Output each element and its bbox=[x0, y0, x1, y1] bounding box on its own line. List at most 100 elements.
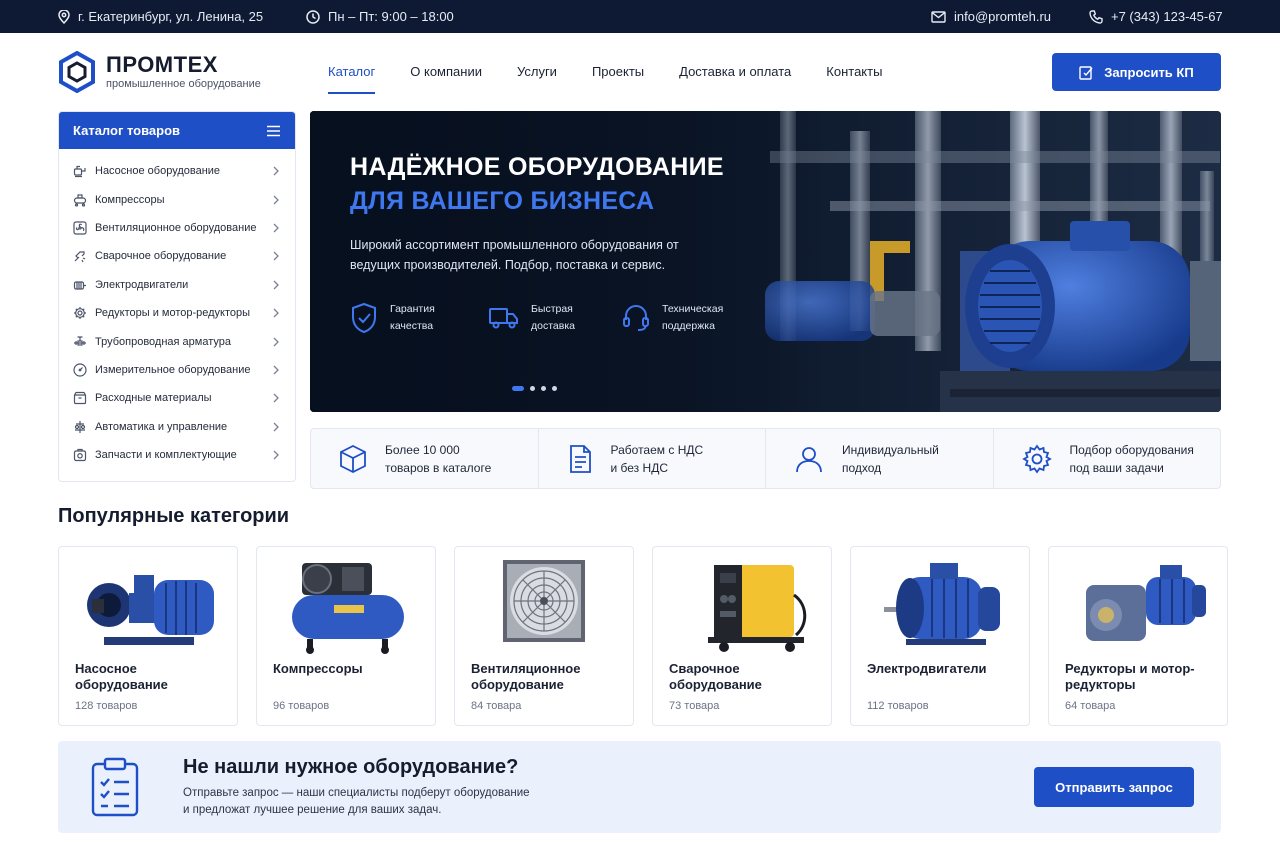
sidebar-item-valves[interactable]: Трубопроводная арматура bbox=[59, 327, 295, 355]
popular-categories-title: Популярные категории bbox=[58, 505, 290, 527]
mail-icon bbox=[931, 10, 946, 23]
nav-projects[interactable]: Проекты bbox=[592, 64, 644, 94]
category-card-reducers[interactable]: Редукторы и мотор-редукторы 64 товара bbox=[1048, 546, 1228, 726]
address: г. Екатеринбург, ул. Ленина, 25 bbox=[58, 0, 263, 33]
hero-banner: НАДЁЖНОЕ ОБОРУДОВАНИЕ ДЛЯ ВАШЕГО БИЗНЕСА… bbox=[310, 111, 1221, 412]
welding-icon bbox=[74, 251, 86, 263]
sidebar-item-ventilation[interactable]: Вентиляционное оборудование bbox=[59, 214, 295, 242]
valve-icon bbox=[74, 335, 86, 346]
chevron-right-icon bbox=[273, 251, 279, 261]
logo[interactable]: ПРОМТЕХ промышленное оборудование bbox=[58, 51, 261, 93]
phone-link[interactable]: +7 (343) 123-45-67 bbox=[1089, 0, 1223, 33]
category-name: Насосное оборудование bbox=[75, 661, 168, 692]
slider-dot-4[interactable] bbox=[552, 386, 557, 391]
clipboard-icon bbox=[91, 757, 139, 817]
headset-icon bbox=[623, 305, 649, 331]
advantage-vat: Работаем с НДС и без НДС bbox=[539, 429, 766, 488]
cube-icon bbox=[340, 444, 366, 473]
nav-delivery[interactable]: Доставка и оплата bbox=[679, 64, 791, 94]
category-count: 96 товаров bbox=[273, 700, 330, 712]
chevron-right-icon bbox=[273, 393, 279, 403]
category-card-welding[interactable]: Сварочное оборудование 73 товара bbox=[652, 546, 832, 726]
gear-icon bbox=[74, 307, 86, 320]
category-card-compressors[interactable]: Компрессоры 96 товаров bbox=[256, 546, 436, 726]
menu-icon bbox=[267, 125, 280, 136]
request-description: Отправьте запрос — наши специалисты подб… bbox=[183, 785, 583, 819]
slider-dot-3[interactable] bbox=[541, 386, 546, 391]
category-name: Сварочное оборудование bbox=[669, 661, 762, 692]
advantage-selection: Подбор оборудования под ваши задачи bbox=[994, 429, 1221, 488]
sidebar-item-label: Автоматика и управление bbox=[95, 420, 228, 433]
hero-feature-support: Техническая поддержка bbox=[622, 301, 772, 335]
nav-about[interactable]: О компании bbox=[410, 64, 482, 94]
category-card-pumps[interactable]: Насосное оборудование 128 товаров bbox=[58, 546, 238, 726]
phone-icon bbox=[1089, 9, 1103, 24]
sidebar-item-automation[interactable]: Автоматика и управление bbox=[59, 413, 295, 441]
request-description-line2: и предложат лучшее решение для ваших зад… bbox=[183, 804, 442, 816]
category-name: Вентиляционное оборудование bbox=[471, 661, 581, 692]
main-nav: Каталог О компании Услуги Проекты Достав… bbox=[328, 64, 882, 94]
pump-image bbox=[87, 575, 214, 645]
hero-title-line1: НАДЁЖНОЕ ОБОРУДОВАНИЕ bbox=[350, 153, 724, 181]
category-card-motors[interactable]: Электродвигатели 112 товаров bbox=[850, 546, 1030, 726]
send-request-label: Отправить запрос bbox=[1055, 779, 1173, 795]
edit-document-icon bbox=[1079, 65, 1093, 80]
advantage-line1: Подбор оборудования bbox=[1069, 442, 1194, 457]
motor-image bbox=[884, 563, 1000, 645]
sidebar-item-welding[interactable]: Сварочное оборудование bbox=[59, 242, 295, 270]
chevron-right-icon bbox=[273, 450, 279, 460]
category-card-ventilation[interactable]: Вентиляционное оборудование 84 товара bbox=[454, 546, 634, 726]
category-count: 64 товара bbox=[1065, 700, 1116, 712]
chevron-right-icon bbox=[273, 195, 279, 205]
send-request-button[interactable]: Отправить запрос bbox=[1034, 767, 1194, 807]
hero-feature-line1: Гарантия bbox=[390, 303, 435, 315]
working-hours: Пн – Пт: 9:00 – 18:00 bbox=[306, 0, 454, 33]
email-text: info@promteh.ru bbox=[954, 9, 1052, 24]
sidebar-item-label: Редукторы и мотор-редукторы bbox=[95, 307, 251, 320]
catalog-sidebar-header[interactable]: Каталог товаров bbox=[59, 112, 295, 149]
box-icon bbox=[73, 392, 87, 405]
hero-title-line2: ДЛЯ ВАШЕГО БИЗНЕСА bbox=[350, 187, 655, 215]
nav-catalog[interactable]: Каталог bbox=[328, 64, 376, 94]
sidebar-item-motors[interactable]: Электродвигатели bbox=[59, 271, 295, 299]
sidebar-item-consumables[interactable]: Расходные материалы bbox=[59, 384, 295, 412]
hero-feature-line2: поддержка bbox=[662, 320, 715, 332]
request-banner: Не нашли нужное оборудование? Отправьте … bbox=[58, 741, 1221, 833]
sidebar-item-label: Электродвигатели bbox=[95, 278, 189, 291]
request-quote-label: Запросить КП bbox=[1104, 64, 1194, 80]
logo-name: ПРОМТЕХ bbox=[106, 52, 218, 77]
hero-feature-delivery: Быстрая доставка bbox=[489, 301, 641, 335]
location-pin-icon bbox=[58, 9, 70, 24]
advantage-line1: Индивидуальный bbox=[842, 442, 939, 457]
shield-check-icon bbox=[352, 302, 376, 334]
sidebar-item-pumps[interactable]: Насосное оборудование bbox=[59, 157, 295, 185]
category-count: 73 товара bbox=[669, 700, 720, 712]
chevron-right-icon bbox=[273, 422, 279, 432]
sidebar-item-label: Измерительное оборудование bbox=[95, 363, 251, 376]
sidebar-item-label: Трубопроводная арматура bbox=[95, 335, 231, 348]
phone-text: +7 (343) 123-45-67 bbox=[1111, 9, 1223, 24]
advantage-line2: под ваши задачи bbox=[1069, 460, 1164, 475]
fan-icon bbox=[73, 221, 87, 235]
settings-icon bbox=[1021, 443, 1052, 474]
hours-text: Пн – Пт: 9:00 – 18:00 bbox=[328, 9, 454, 24]
nav-contacts[interactable]: Контакты bbox=[826, 64, 882, 94]
sidebar-item-parts[interactable]: Запчасти и комплектующие bbox=[59, 441, 295, 469]
slider-dot-2[interactable] bbox=[530, 386, 535, 391]
sidebar-item-label: Насосное оборудование bbox=[95, 165, 221, 178]
category-name: Электродвигатели bbox=[867, 661, 987, 676]
pump-icon bbox=[73, 166, 86, 178]
slider-dot-1[interactable] bbox=[512, 386, 524, 391]
chevron-right-icon bbox=[273, 337, 279, 346]
catalog-sidebar: Каталог товаров Насосное оборудование Ко… bbox=[58, 111, 296, 482]
sidebar-item-reducers[interactable]: Редукторы и мотор-редукторы bbox=[59, 299, 295, 327]
top-bar: г. Екатеринбург, ул. Ленина, 25 Пн – Пт:… bbox=[0, 0, 1280, 33]
nav-services[interactable]: Услуги bbox=[517, 64, 557, 94]
email-link[interactable]: info@promteh.ru bbox=[931, 0, 1051, 33]
parts-icon bbox=[73, 448, 87, 462]
sidebar-item-measuring[interactable]: Измерительное оборудование bbox=[59, 356, 295, 384]
chevron-right-icon bbox=[273, 223, 279, 233]
request-quote-button[interactable]: Запросить КП bbox=[1052, 53, 1221, 91]
advantages-bar: Более 10 000 товаров в каталоге Работаем … bbox=[310, 428, 1221, 489]
sidebar-item-compressors[interactable]: Компрессоры bbox=[59, 185, 295, 213]
